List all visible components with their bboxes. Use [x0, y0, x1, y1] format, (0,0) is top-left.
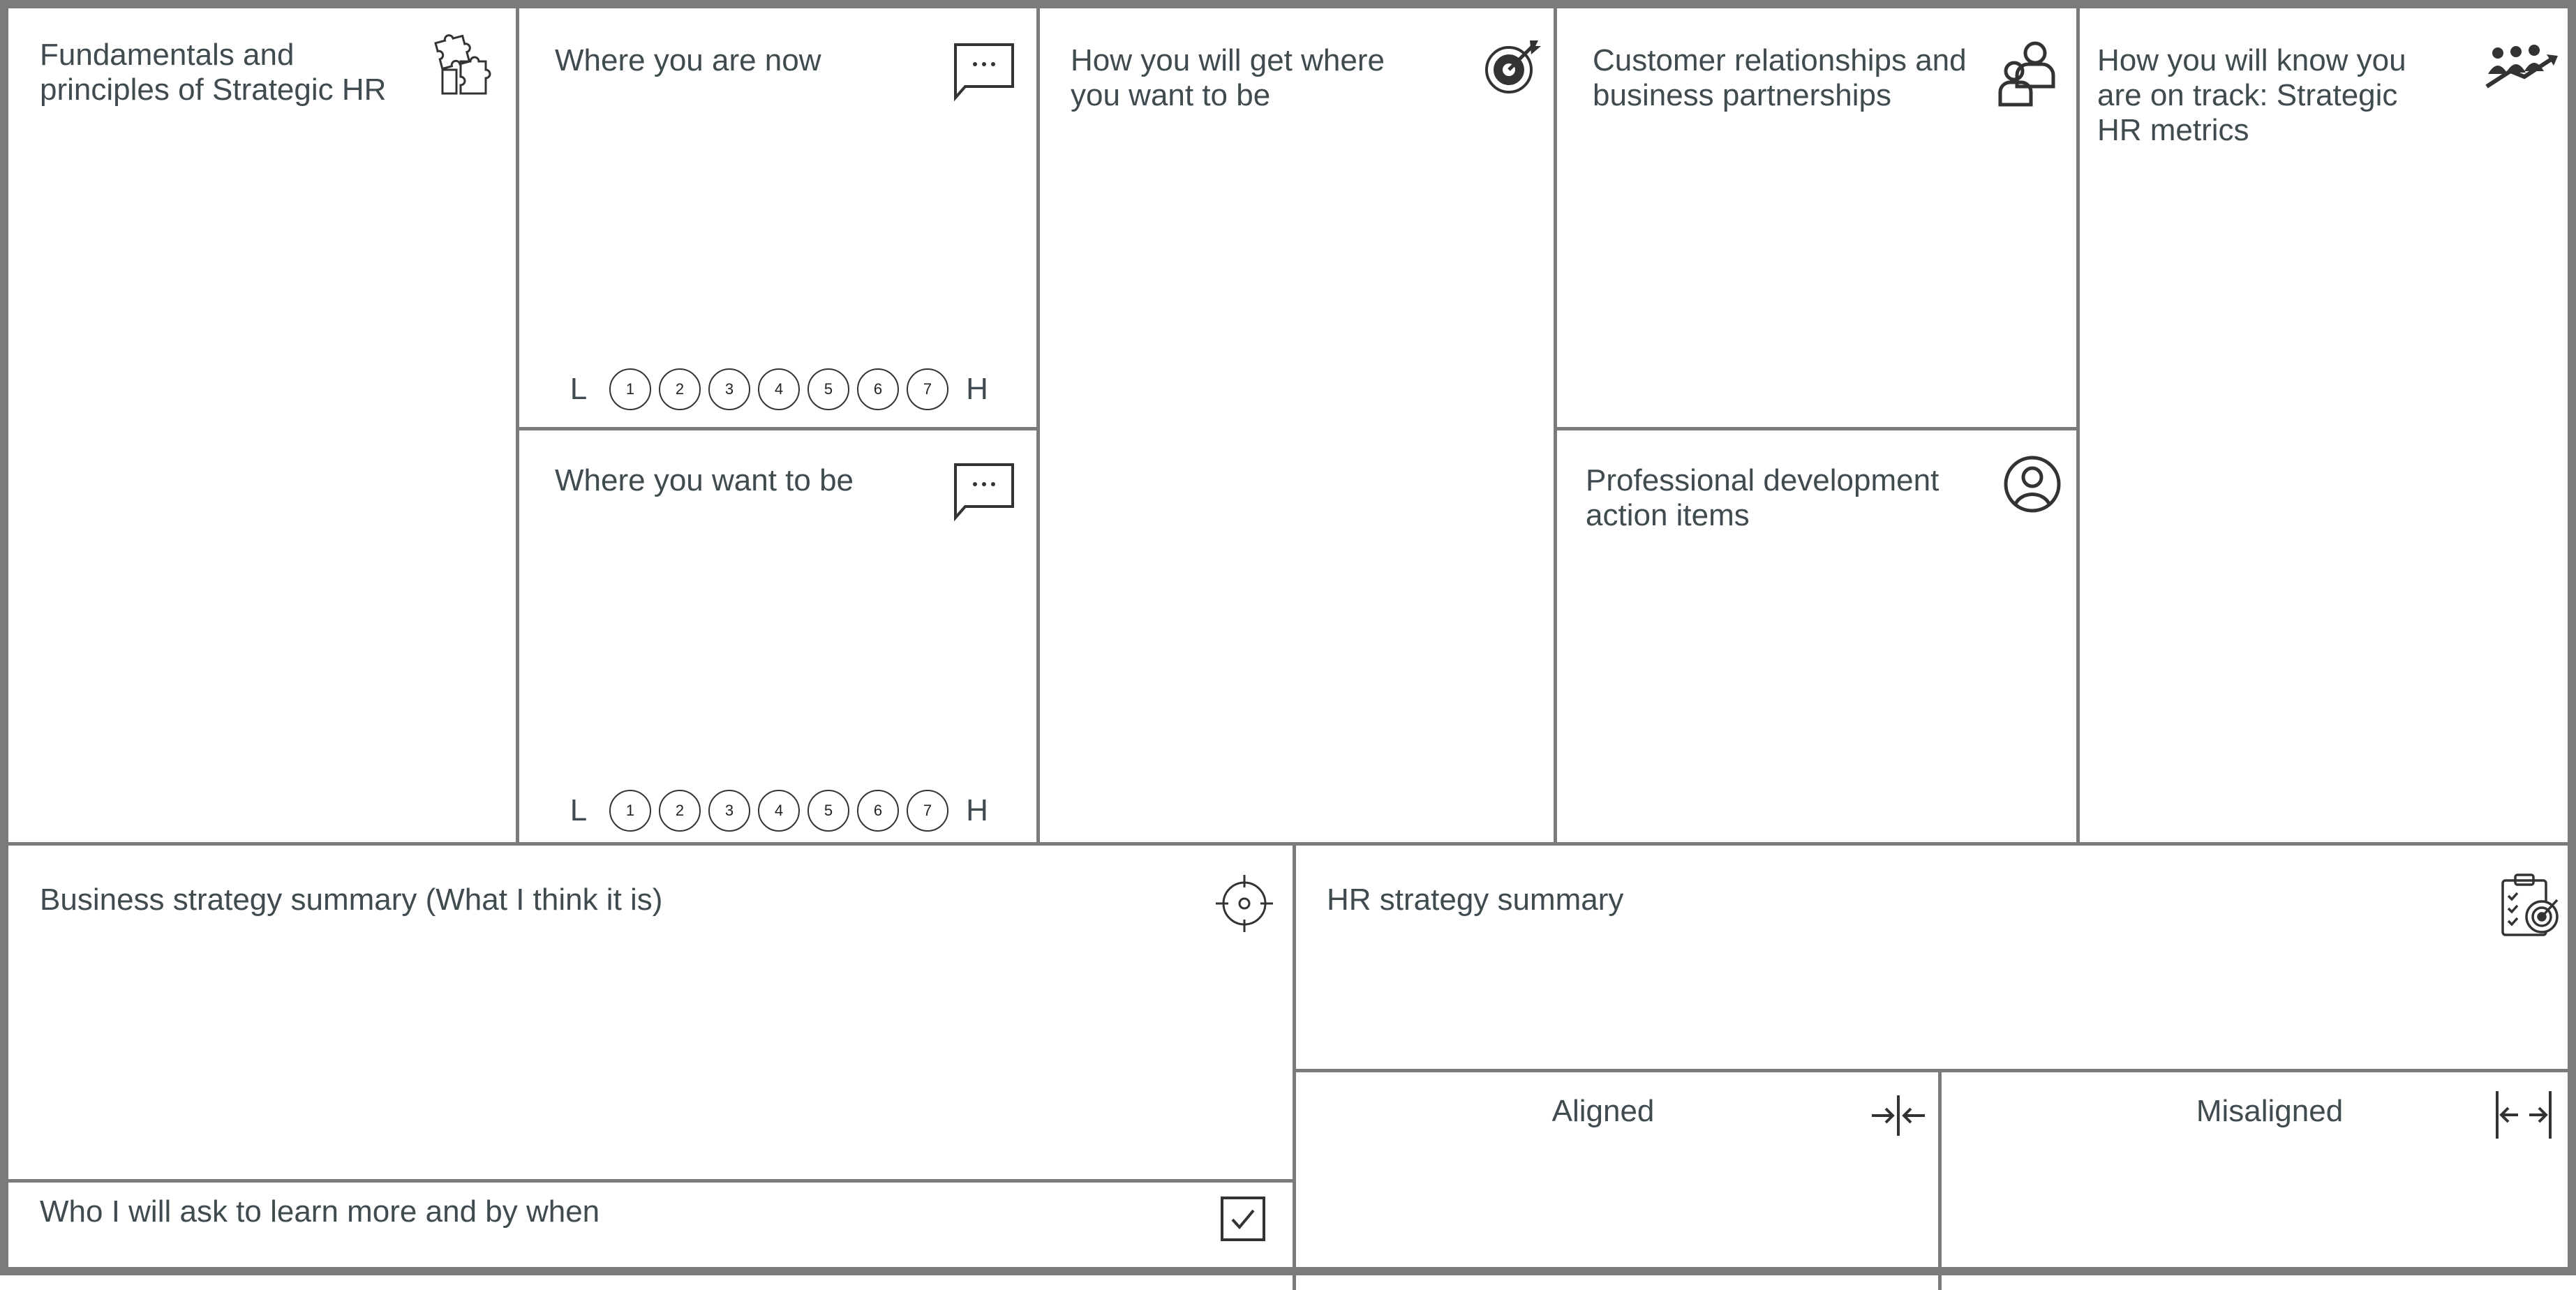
rating-option[interactable]: 4 — [758, 368, 800, 410]
rating-option[interactable]: 5 — [807, 368, 849, 410]
chat-bubble-icon — [953, 40, 1015, 103]
rating-option[interactable]: 5 — [807, 790, 849, 832]
scale-high-label: H — [966, 372, 988, 406]
where-want-title: Where you want to be — [555, 463, 854, 497]
how-get-title: How you will get where you want to be — [1071, 43, 1385, 112]
chat-bubble-icon — [953, 460, 1015, 523]
rating-scale-now: L 1 2 3 4 5 6 7 H — [562, 368, 994, 410]
misaligned-title: Misaligned — [2196, 1094, 2344, 1128]
customer-title: Customer relationships and business part… — [1593, 43, 1967, 112]
user-circle-icon — [2003, 455, 2062, 513]
how-know-title: How you will know you are on track: Stra… — [2097, 43, 2406, 147]
divider-v1 — [516, 8, 519, 843]
divider-v4 — [2076, 8, 2080, 843]
divider-who — [8, 1179, 1294, 1183]
strategy-canvas: Fundamentals and principles of Strategic… — [0, 0, 2576, 1290]
business-summary-title: Business strategy summary (What I think … — [40, 883, 663, 917]
divider-v3 — [1554, 8, 1557, 843]
scale-low-label: L — [569, 793, 588, 827]
checkbox-icon[interactable] — [1220, 1196, 1266, 1242]
clipboard-target-icon — [2499, 872, 2561, 939]
divider-customer — [1557, 427, 2078, 430]
converge-arrows-icon — [1870, 1093, 1926, 1139]
scale-high-label: H — [966, 793, 988, 827]
target-dart-icon — [1480, 36, 1542, 99]
rating-option[interactable]: 7 — [907, 790, 948, 832]
divider-hr — [1296, 1069, 2576, 1072]
rating-option[interactable]: 1 — [609, 790, 651, 832]
aligned-title: Aligned — [1551, 1094, 1655, 1128]
divider-bottom-mid — [1293, 843, 1296, 1290]
crosshair-icon — [1214, 873, 1274, 933]
diverge-arrows-icon — [2494, 1087, 2553, 1143]
who-ask-title: Who I will ask to learn more and by when — [40, 1194, 600, 1229]
rating-option[interactable]: 4 — [758, 790, 800, 832]
rating-scale-want: L 1 2 3 4 5 6 7 H — [562, 790, 994, 832]
fundamentals-title: Fundamentals and principles of Strategic… — [40, 38, 387, 107]
puzzle-icon — [426, 31, 493, 98]
professional-title: Professional development action items — [1586, 463, 1940, 532]
rating-option[interactable]: 1 — [609, 368, 651, 410]
divider-where — [519, 427, 1038, 430]
rating-option[interactable]: 3 — [708, 368, 750, 410]
hr-summary-title: HR strategy summary — [1327, 883, 1624, 917]
scale-low-label: L — [569, 372, 588, 406]
divider-v2 — [1036, 8, 1040, 843]
rating-option[interactable]: 6 — [857, 368, 899, 410]
rating-option[interactable]: 3 — [708, 790, 750, 832]
people-icon — [1996, 38, 2059, 107]
rating-option[interactable]: 6 — [857, 790, 899, 832]
where-now-title: Where you are now — [555, 43, 821, 77]
rating-option[interactable]: 7 — [907, 368, 948, 410]
divider-aligned — [1938, 1070, 1942, 1290]
rating-option[interactable]: 2 — [659, 368, 701, 410]
rating-option[interactable]: 2 — [659, 790, 701, 832]
team-growth-icon — [2482, 43, 2559, 92]
